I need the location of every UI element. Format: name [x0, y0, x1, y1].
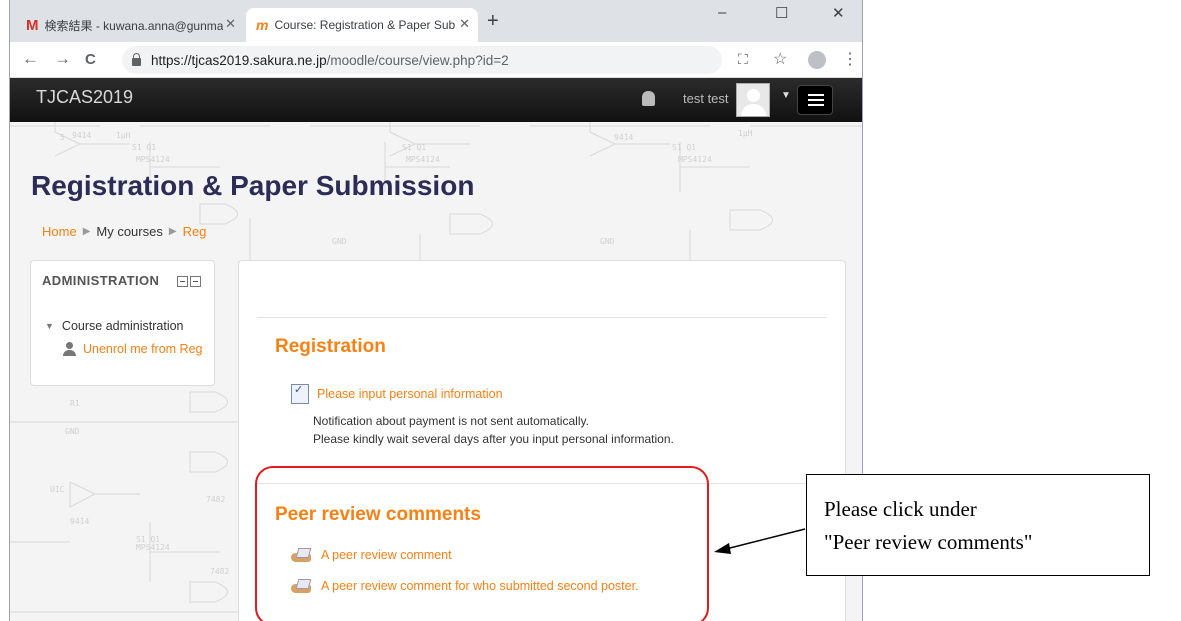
screenshot-stage: M 検索結果 - kuwana.anna@gunma ✕ m Course: R… — [0, 0, 1181, 621]
callout-line: "Peer review comments" — [824, 530, 1033, 554]
callout-line: Please click under — [824, 497, 977, 521]
annotation-callout: Please click under "Peer review comments… — [806, 474, 1150, 576]
